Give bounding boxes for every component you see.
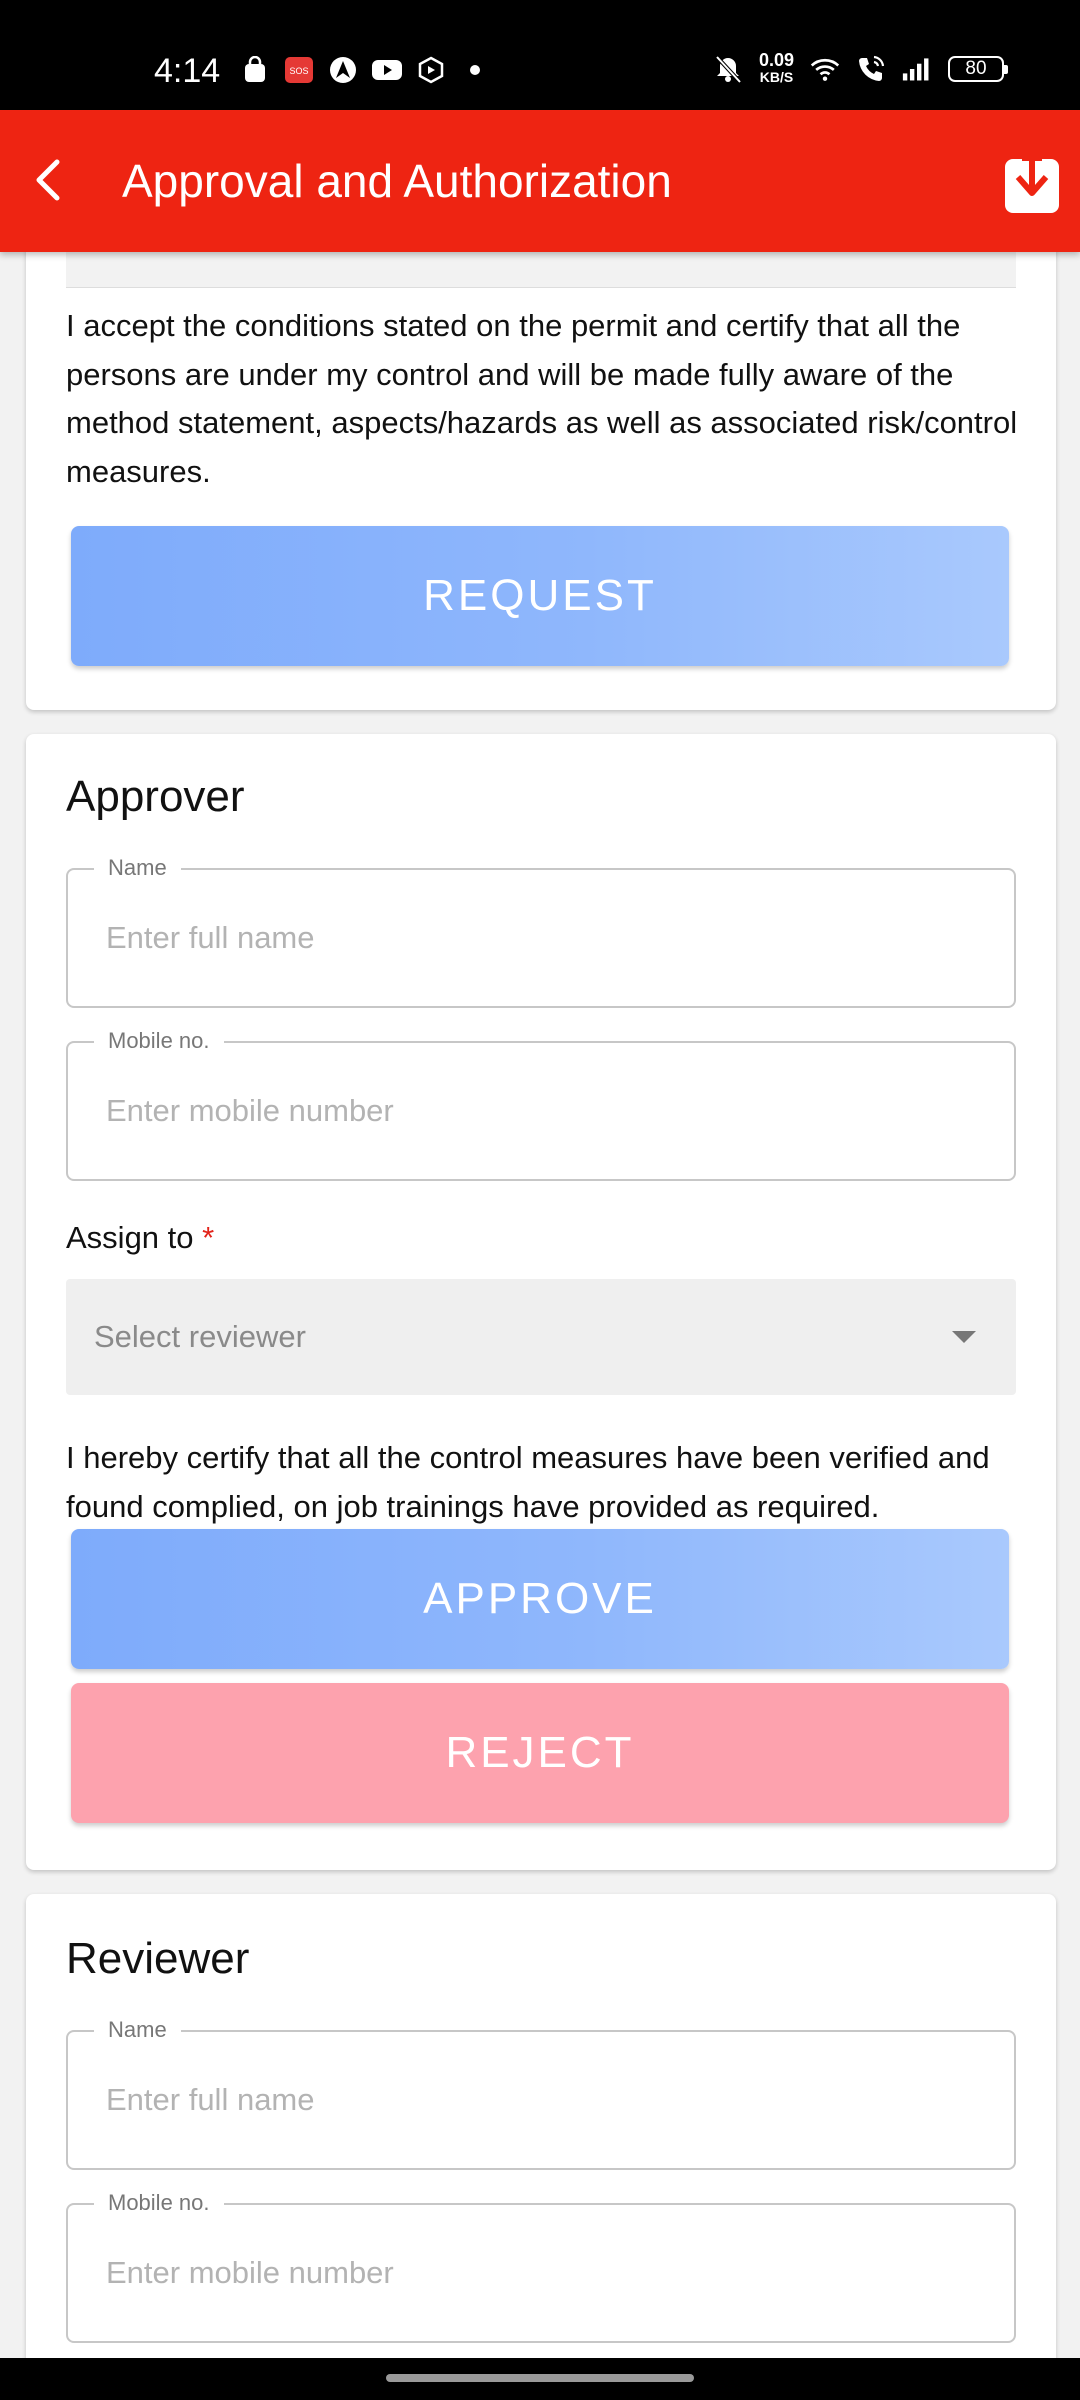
wifi-icon: [810, 54, 840, 84]
approver-mobile-label: Mobile no.: [94, 1029, 224, 1053]
approver-title: Approver: [66, 772, 245, 821]
approver-name-input[interactable]: [106, 910, 966, 966]
reviewer-name-field[interactable]: Name: [66, 2018, 1016, 2170]
approver-mobile-field[interactable]: Mobile no.: [66, 1029, 1016, 1181]
dropdown-arrow-icon: [952, 1331, 976, 1343]
notification-icons: SOS: [240, 55, 490, 85]
more-notifications-dot-icon: [460, 55, 490, 85]
status-time: 4:14: [154, 52, 221, 90]
approve-button[interactable]: APPROVE: [71, 1529, 1009, 1669]
approver-name-field[interactable]: Name: [66, 856, 1016, 1008]
chevron-left-icon: [36, 159, 60, 201]
assign-reviewer-select[interactable]: Select reviewer: [66, 1279, 1016, 1395]
battery-indicator: 80: [948, 56, 1008, 82]
requester-card: I accept the conditions stated on the pe…: [26, 252, 1056, 710]
svg-text:SOS: SOS: [289, 66, 308, 76]
reviewer-name-input[interactable]: [106, 2072, 966, 2128]
download-icon: [1005, 147, 1059, 213]
media-app-icon: [416, 55, 446, 85]
network-speed-unit: KB/S: [759, 69, 794, 85]
approver-name-label: Name: [94, 856, 181, 880]
system-navigation-bar: [0, 2358, 1080, 2400]
approver-mobile-input[interactable]: [106, 1083, 966, 1139]
signal-strength-icon: [902, 54, 932, 84]
request-button[interactable]: REQUEST: [71, 526, 1009, 666]
wifi-calling-icon: [856, 54, 886, 84]
reviewer-mobile-field[interactable]: Mobile no.: [66, 2191, 1016, 2343]
navigation-app-icon: [328, 55, 358, 85]
youtube-icon: [372, 55, 402, 85]
previous-field[interactable]: [66, 252, 1016, 288]
assign-to-label: Assign to *: [66, 1220, 214, 1256]
download-button[interactable]: [1004, 147, 1060, 215]
system-icons: 0.09 KB/S 80: [713, 50, 1008, 86]
form-scroll-area[interactable]: I accept the conditions stated on the pe…: [0, 252, 1080, 2358]
app-bar: Approval and Authorization: [0, 110, 1080, 252]
network-speed-value: 0.09: [758, 50, 794, 70]
select-reviewer-placeholder: Select reviewer: [94, 1319, 306, 1354]
reject-button[interactable]: REJECT: [71, 1683, 1009, 1823]
reviewer-title: Reviewer: [66, 1934, 250, 1983]
reviewer-mobile-input[interactable]: [106, 2245, 966, 2301]
page-title: Approval and Authorization: [122, 155, 672, 207]
status-bar: 4:14 SOS 0.09 KB/S 80: [0, 0, 1080, 110]
back-button[interactable]: [18, 150, 78, 210]
request-declaration: I accept the conditions stated on the pe…: [66, 308, 1018, 489]
assign-to-text: Assign to: [66, 1220, 194, 1255]
reviewer-mobile-label: Mobile no.: [94, 2191, 224, 2215]
home-gesture-handle[interactable]: [386, 2374, 694, 2382]
sos-icon: SOS: [284, 55, 314, 85]
network-speed: 0.09 KB/S: [758, 50, 794, 86]
required-asterisk: *: [202, 1220, 215, 1255]
shopping-bag-icon: [240, 55, 270, 85]
reviewer-name-label: Name: [94, 2018, 181, 2042]
approver-declaration: I hereby certify that all the control me…: [66, 1440, 990, 1524]
reviewer-card: Reviewer Name Mobile no.: [26, 1894, 1056, 2358]
mute-icon: [713, 54, 743, 84]
